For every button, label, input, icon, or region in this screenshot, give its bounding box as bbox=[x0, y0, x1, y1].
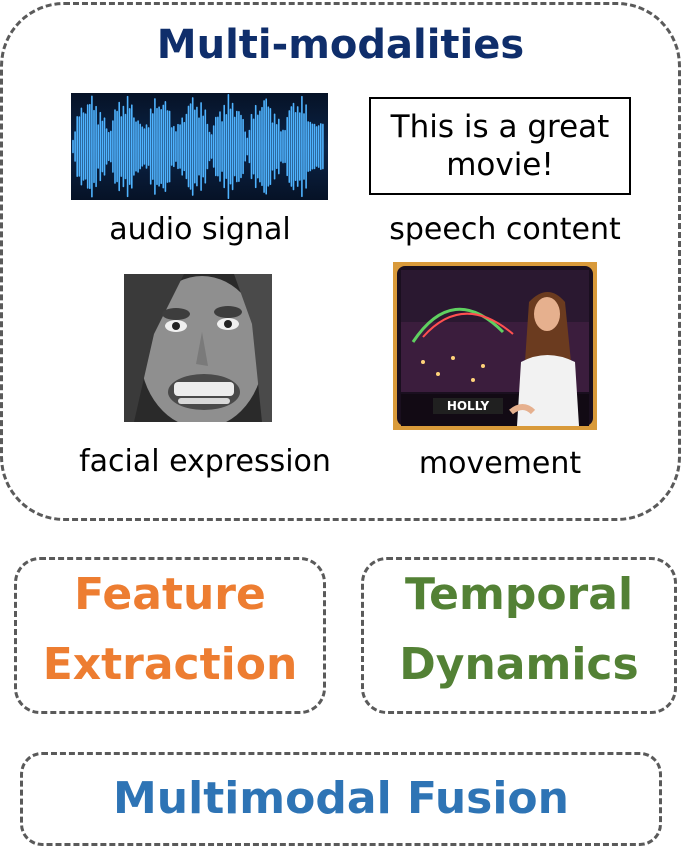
video-nameplate: HOLLY bbox=[446, 399, 490, 413]
movement-caption: movement bbox=[418, 446, 582, 481]
multimodal-fusion-label: Multimodal Fusion bbox=[113, 773, 569, 824]
feature-extraction-line-1: Feature bbox=[74, 569, 266, 620]
speech-content-box: This is a great movie! bbox=[369, 97, 631, 195]
feature-extraction-line-2: Extraction bbox=[42, 639, 298, 690]
audio-signal-caption: audio signal bbox=[109, 212, 291, 247]
speech-content-caption: speech content bbox=[389, 212, 621, 247]
panel-title: Multi-modalities bbox=[156, 22, 525, 68]
audio-waveform-image bbox=[71, 93, 328, 200]
temporal-dynamics-line-1: Temporal bbox=[404, 569, 634, 620]
temporal-dynamics-label: Temporal Dynamics bbox=[361, 560, 677, 700]
temporal-dynamics-line-2: Dynamics bbox=[399, 639, 639, 690]
facial-expression-caption: facial expression bbox=[79, 444, 331, 479]
feature-extraction-label: Feature Extraction bbox=[14, 560, 326, 700]
facial-expression-image bbox=[124, 274, 272, 422]
speech-text: This is a great movie! bbox=[390, 109, 610, 183]
